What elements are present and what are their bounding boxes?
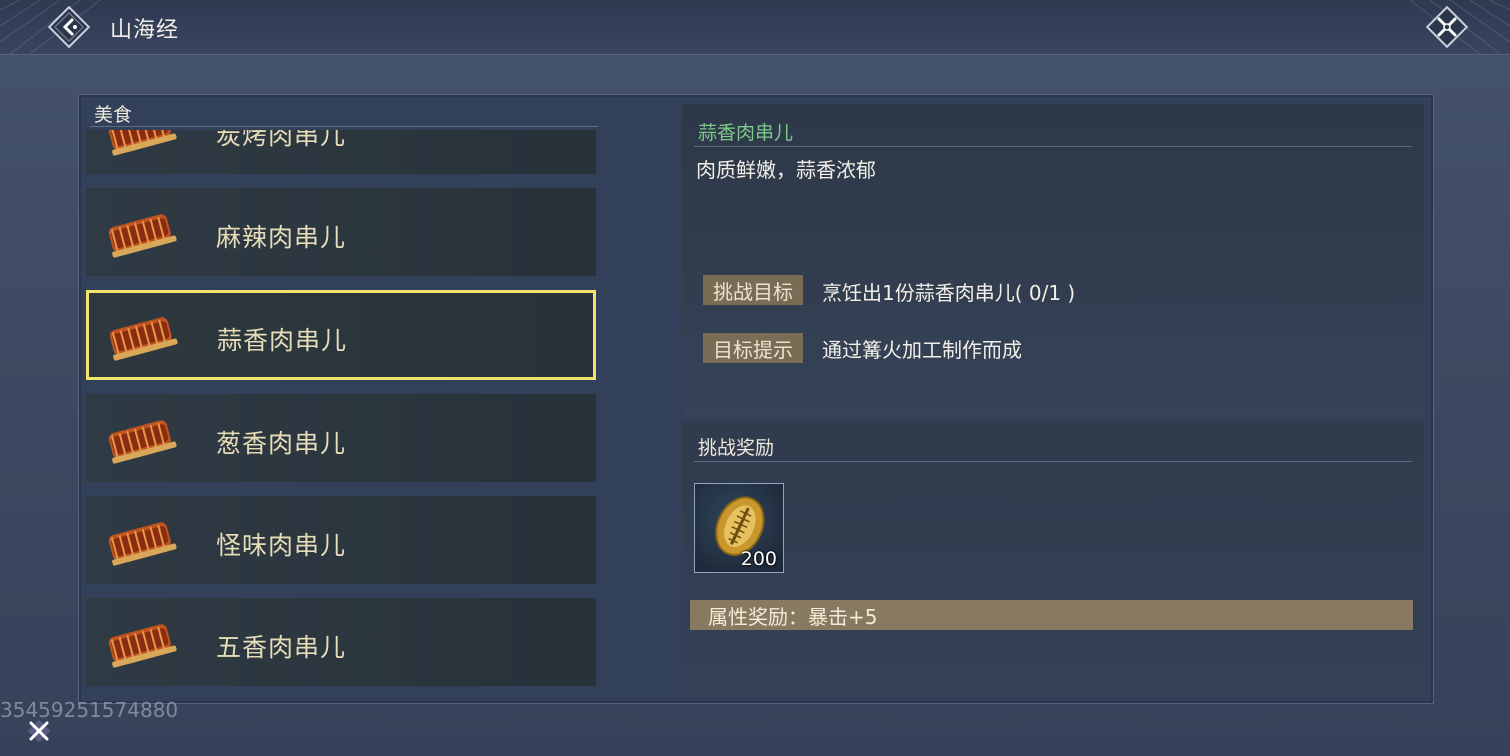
- page-title: 山海经: [110, 18, 180, 43]
- list-item-label: 蒜香肉串儿: [217, 326, 348, 355]
- back-button[interactable]: [46, 4, 92, 50]
- meat-skewer-icon: [109, 317, 178, 361]
- food-list[interactable]: 炭烤肉串儿 麻辣肉串儿 蒜香肉串儿 葱香肉串儿 怪味肉串儿 五香肉串儿: [84, 130, 598, 690]
- hint-tag: 目标提示: [703, 333, 803, 363]
- list-item-food-2-selected[interactable]: 蒜香肉串儿: [86, 290, 596, 380]
- close-button[interactable]: [1424, 4, 1470, 50]
- reward-panel: [682, 422, 1424, 694]
- corner-x-icon[interactable]: [24, 716, 54, 746]
- meat-skewer-icon: [108, 130, 177, 156]
- reward-title: 挑战奖励: [698, 437, 775, 459]
- close-x-icon: [1425, 5, 1469, 49]
- meat-skewer-icon: [108, 214, 177, 258]
- list-item-food-0[interactable]: 炭烤肉串儿: [86, 130, 596, 174]
- reward-count: 200: [740, 548, 777, 570]
- list-item-food-5[interactable]: 五香肉串儿: [86, 598, 596, 686]
- list-item-label: 炭烤肉串儿: [216, 130, 347, 150]
- detail-description: 肉质鲜嫩，蒜香浓郁: [696, 158, 876, 182]
- goal-tag: 挑战目标: [703, 275, 803, 305]
- list-item-label: 怪味肉串儿: [216, 531, 347, 560]
- divider: [694, 146, 1412, 147]
- list-item-food-3[interactable]: 葱香肉串儿: [86, 394, 596, 482]
- meat-skewer-icon: [108, 624, 177, 668]
- attribute-reward-bar: 属性奖励：暴击+5: [690, 600, 1413, 630]
- detail-title: 蒜香肉串儿: [698, 122, 794, 144]
- reward-item-slot[interactable]: 200: [694, 483, 784, 573]
- detail-panel: [682, 104, 1424, 418]
- list-item-food-1[interactable]: 麻辣肉串儿: [86, 188, 596, 276]
- list-item-food-4[interactable]: 怪味肉串儿: [86, 496, 596, 584]
- meat-skewer-icon: [108, 522, 177, 566]
- list-item-label: 五香肉串儿: [216, 633, 347, 662]
- list-header: 美食: [94, 104, 133, 126]
- top-bar: 山海经: [0, 0, 1510, 55]
- list-item-label: 葱香肉串儿: [216, 429, 347, 458]
- hint-value: 通过篝火加工制作而成: [822, 338, 1022, 362]
- list-item-label: 麻辣肉串儿: [216, 223, 347, 252]
- divider: [90, 126, 598, 127]
- back-chevron-icon: [47, 5, 91, 49]
- divider: [694, 461, 1412, 462]
- goal-value: 烹饪出1份蒜香肉串儿( 0/1 ): [822, 281, 1076, 305]
- meat-skewer-icon: [108, 420, 177, 464]
